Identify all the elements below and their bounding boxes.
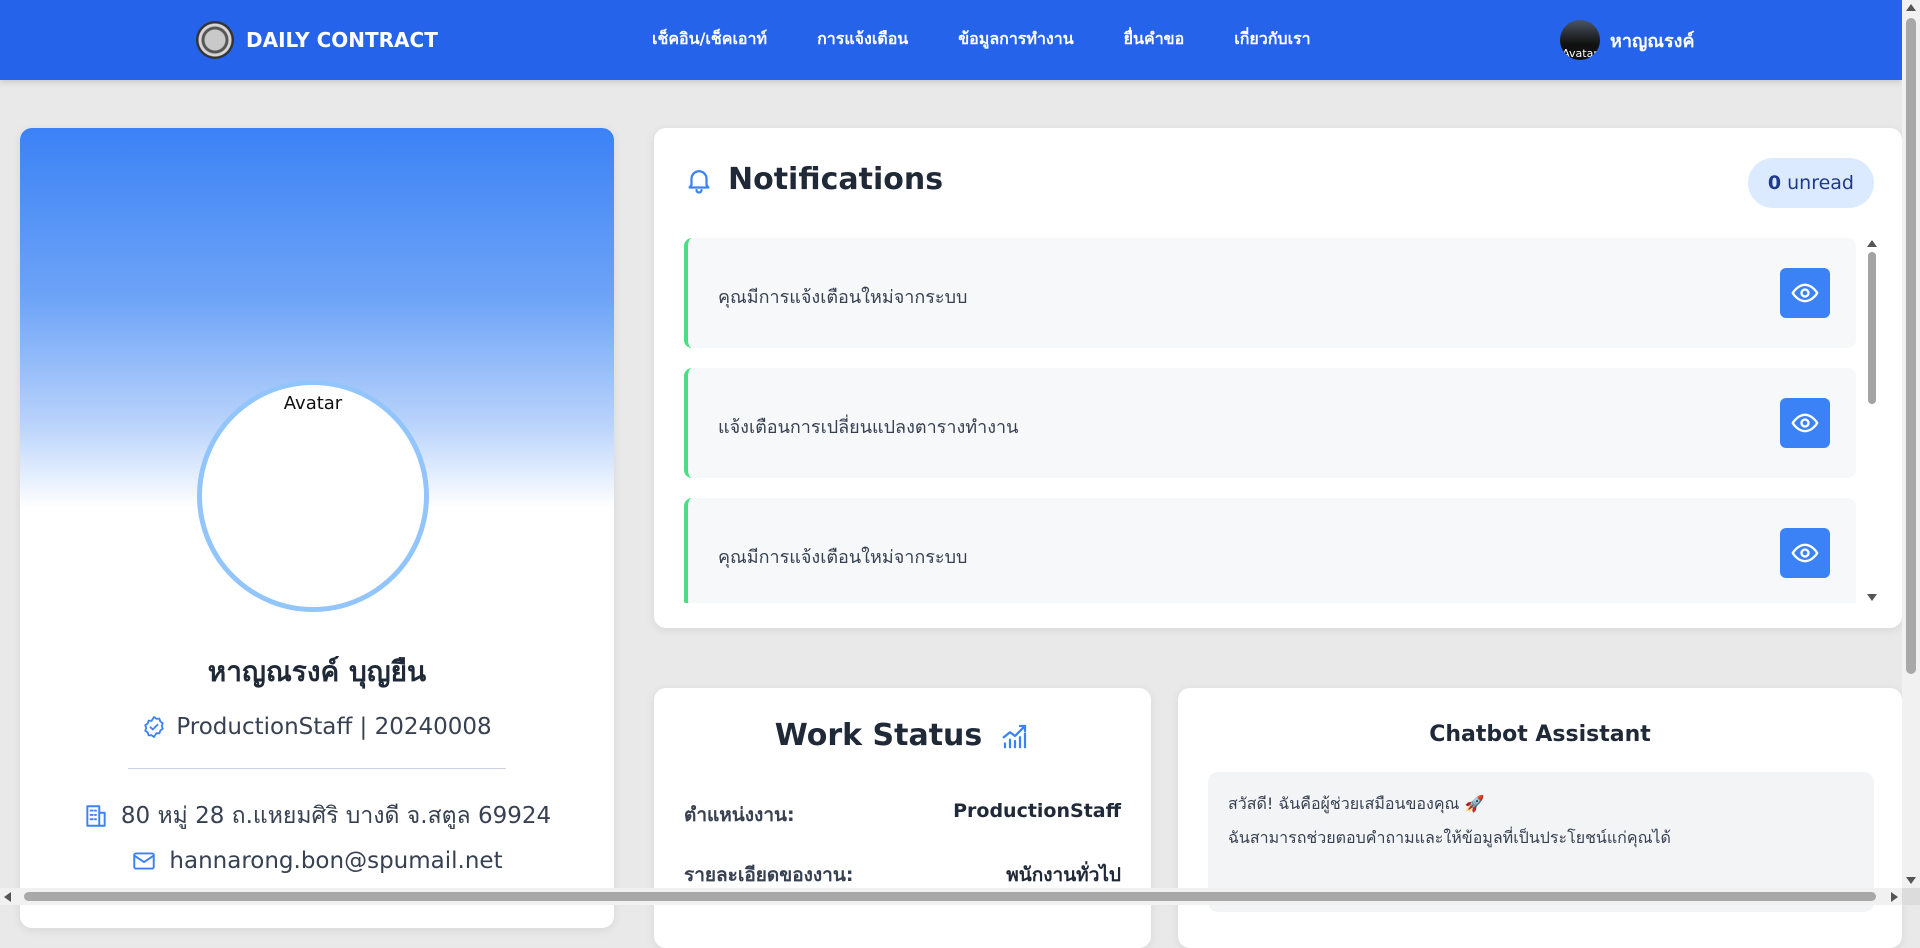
notifications-title: Notifications bbox=[728, 162, 944, 197]
page-vertical-scroll-thumb[interactable] bbox=[1906, 18, 1916, 674]
top-navbar: DAILY CONTRACT เช็คอิน/เช็คเอาท์ การแจ้ง… bbox=[0, 0, 1902, 80]
mail-icon bbox=[133, 852, 156, 870]
chatbot-message-line: สวัสดี! ฉันคือผู้ช่วยเสมือนของคุณ 🚀 bbox=[1228, 794, 1485, 813]
scroll-down-arrow-icon[interactable] bbox=[1867, 594, 1877, 601]
work-status-header: Work Status bbox=[654, 718, 1151, 753]
verified-badge-icon bbox=[144, 716, 165, 738]
view-notification-button[interactable] bbox=[1780, 398, 1830, 448]
work-row-value: ProductionStaff bbox=[953, 800, 1121, 822]
unread-label: unread bbox=[1787, 172, 1854, 194]
scroll-left-arrow-icon[interactable] bbox=[4, 892, 11, 902]
unread-badge: 0 unread bbox=[1747, 158, 1874, 208]
chatbot-title: Chatbot Assistant bbox=[1429, 722, 1651, 747]
work-row-value: พนักงานทั่วไป bbox=[1006, 864, 1121, 886]
work-row-label: ตำแหน่งงาน: bbox=[684, 804, 795, 826]
profile-name: หาญณรงค์ บุญยืน bbox=[207, 655, 427, 688]
scrollbar-corner bbox=[1902, 888, 1920, 905]
email-text[interactable]: hannarong.bon@spumail.net bbox=[169, 848, 502, 874]
user-menu[interactable]: Avatar หาญณรงค์ bbox=[1560, 20, 1695, 60]
bell-icon bbox=[688, 169, 710, 194]
building-icon bbox=[86, 805, 106, 827]
profile-role-row: ProductionStaff | 20240008 bbox=[20, 714, 614, 740]
notifications-list[interactable]: คุณมีการแจ้งเตือนใหม่จากระบบ แจ้งเตือนกา… bbox=[684, 238, 1856, 603]
nav-link-work-info[interactable]: ข้อมูลการทำงาน bbox=[958, 27, 1073, 52]
scroll-up-arrow-icon[interactable] bbox=[1867, 240, 1877, 247]
profile-avatar: Avatar bbox=[197, 380, 429, 612]
page-horizontal-scrollbar[interactable] bbox=[0, 888, 1902, 905]
notification-item: คุณมีการแจ้งเตือนใหม่จากระบบ bbox=[684, 498, 1856, 603]
chart-icon bbox=[1002, 724, 1027, 748]
eye-icon bbox=[1791, 283, 1819, 303]
address-row: 80 หมู่ 28 ถ.แหยมศิริ บางดี จ.สตูล 69924 bbox=[20, 798, 614, 834]
nav-link-checkin[interactable]: เช็คอิน/เช็คเอาท์ bbox=[652, 27, 767, 52]
work-row-label: รายละเอียดของงาน: bbox=[684, 864, 854, 886]
work-row-position: ตำแหน่งงาน: ProductionStaff bbox=[684, 800, 1121, 830]
notification-item: คุณมีการแจ้งเตือนใหม่จากระบบ bbox=[684, 238, 1856, 348]
eye-icon bbox=[1791, 543, 1819, 563]
notifications-scrollbar[interactable] bbox=[1864, 238, 1878, 603]
notification-item: แจ้งเตือนการเปลี่ยนแปลงตารางทำงาน bbox=[684, 368, 1856, 478]
nav-avatar: Avatar bbox=[1560, 20, 1600, 60]
profile-divider bbox=[128, 768, 506, 769]
nav-links: เช็คอิน/เช็คเอาท์ การแจ้งเตือน ข้อมูลการ… bbox=[652, 27, 1361, 52]
scroll-up-arrow-icon[interactable] bbox=[1906, 4, 1916, 11]
brand-name: DAILY CONTRACT bbox=[246, 28, 438, 52]
notifications-card: Notifications 0 unread คุณมีการแจ้งเตือน… bbox=[654, 128, 1902, 628]
view-notification-button[interactable] bbox=[1780, 268, 1830, 318]
notifications-scroll-thumb[interactable] bbox=[1868, 252, 1876, 404]
nav-link-about[interactable]: เกี่ยวกับเรา bbox=[1234, 27, 1310, 52]
view-notification-button[interactable] bbox=[1780, 528, 1830, 578]
address-text: 80 หมู่ 28 ถ.แหยมศิริ บางดี จ.สตูล 69924 bbox=[120, 803, 552, 829]
nav-username: หาญณรงค์ bbox=[1610, 30, 1695, 52]
scroll-right-arrow-icon[interactable] bbox=[1891, 892, 1898, 902]
page-horizontal-scroll-thumb[interactable] bbox=[24, 892, 1876, 901]
scroll-down-arrow-icon[interactable] bbox=[1906, 877, 1916, 884]
email-row: hannarong.bon@spumail.net bbox=[20, 848, 614, 874]
notification-text: คุณมีการแจ้งเตือนใหม่จากระบบ bbox=[718, 547, 968, 568]
chatbot-card: Chatbot Assistant สวัสดี! ฉันคือผู้ช่วยเ… bbox=[1178, 688, 1902, 948]
nav-link-requests[interactable]: ยื่นคำขอ bbox=[1124, 27, 1185, 52]
notifications-header: Notifications bbox=[684, 162, 943, 197]
avatar-alt-text: Avatar bbox=[283, 393, 343, 414]
work-row-details: รายละเอียดของงาน: พนักงานทั่วไป bbox=[684, 860, 1121, 890]
brand[interactable]: DAILY CONTRACT bbox=[196, 20, 438, 60]
work-status-title: Work Status bbox=[774, 718, 983, 753]
unread-count: 0 bbox=[1767, 172, 1782, 194]
profile-role-text: ProductionStaff | 20240008 bbox=[176, 714, 492, 740]
brand-logo bbox=[196, 21, 234, 59]
nav-link-notifications[interactable]: การแจ้งเตือน bbox=[817, 27, 908, 52]
eye-icon bbox=[1791, 413, 1819, 433]
work-status-card: Work Status ตำแหน่งงาน: ProductionStaff … bbox=[654, 688, 1151, 948]
profile-card: Avatar หาญณรงค์ บุญยืน ProductionStaff |… bbox=[20, 128, 614, 928]
page-vertical-scrollbar[interactable] bbox=[1902, 0, 1920, 888]
notification-text: คุณมีการแจ้งเตือนใหม่จากระบบ bbox=[718, 287, 968, 308]
chatbot-message-line: ฉันสามารถช่วยตอบคำถามและให้ข้อมูลที่เป็น… bbox=[1228, 828, 1671, 847]
notification-text: แจ้งเตือนการเปลี่ยนแปลงตารางทำงาน bbox=[718, 417, 1019, 438]
